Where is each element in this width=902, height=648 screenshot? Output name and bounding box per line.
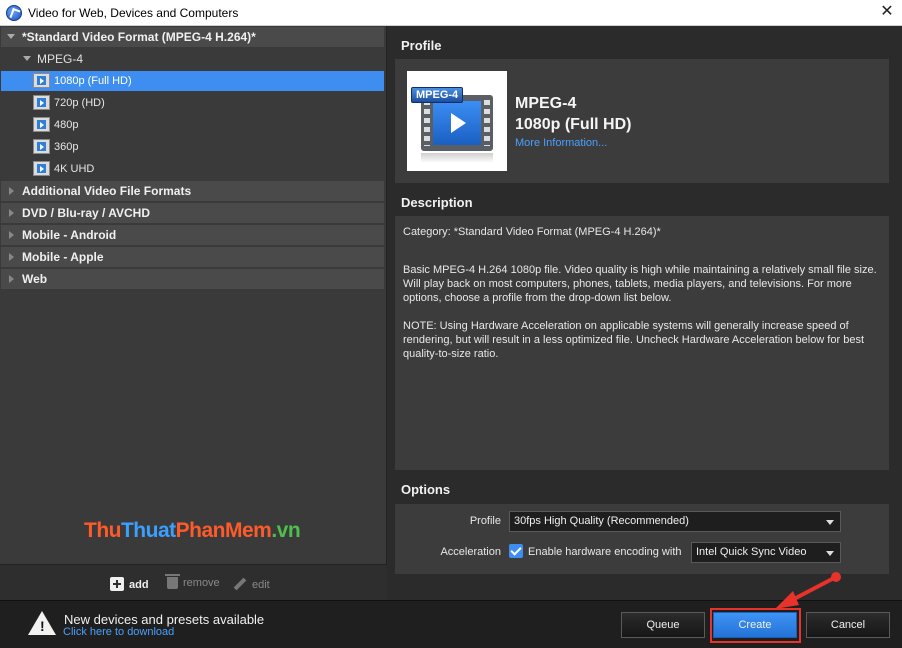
preset-label: 480p	[54, 119, 79, 131]
encoder-dropdown[interactable]: Intel Quick Sync Video	[691, 542, 841, 563]
subcategory-mpeg4[interactable]: MPEG-4	[1, 49, 384, 69]
category-label: *Standard Video Format (MPEG-4 H.264)*	[22, 30, 256, 44]
video-preset-icon	[33, 95, 50, 110]
description-body: Basic MPEG-4 H.264 1080p file. Video qua…	[403, 264, 877, 304]
watermark-part: Thuat	[120, 519, 176, 542]
video-preset-icon	[33, 117, 50, 132]
category-additional-formats[interactable]: Additional Video File Formats	[1, 181, 384, 201]
video-preset-icon	[33, 73, 50, 88]
play-icon	[451, 113, 466, 133]
preset-label: 4K UHD	[54, 163, 95, 175]
expand-arrow-icon[interactable]	[9, 209, 14, 217]
category-label: Mobile - Android	[22, 228, 117, 242]
remove-preset-button[interactable]: remove	[165, 574, 220, 589]
description-category: Category: *Standard Video Format (MPEG-4…	[403, 226, 661, 238]
expand-arrow-icon[interactable]	[9, 275, 14, 283]
video-preset-icon	[33, 139, 50, 154]
description-box: Category: *Standard Video Format (MPEG-4…	[395, 216, 889, 470]
preset-tree: *Standard Video Format (MPEG-4 H.264)* M…	[1, 27, 384, 291]
preset-label: 1080p (Full HD)	[54, 75, 132, 87]
category-label: DVD / Blu-ray / AVCHD	[22, 206, 151, 220]
category-label: Mobile - Apple	[22, 250, 104, 264]
description-text: Category: *Standard Video Format (MPEG-4…	[395, 216, 889, 384]
category-dvd-bluray[interactable]: DVD / Blu-ray / AVCHD	[1, 203, 384, 223]
preset-item-4k-uhd[interactable]: 4K UHD	[1, 159, 384, 179]
preset-item-480p[interactable]: 480p	[1, 115, 384, 135]
update-notice-title: New devices and presets available	[64, 612, 265, 627]
expand-arrow-icon[interactable]	[9, 187, 14, 195]
details-panel: Profile MPEG-4 MPEG-4 1080p (Full HD) Mo…	[387, 26, 902, 600]
description-section-title: Description	[401, 195, 473, 210]
subcategory-label: MPEG-4	[37, 52, 84, 66]
edit-label: edit	[252, 579, 270, 591]
expand-arrow-icon[interactable]	[23, 56, 31, 61]
download-link[interactable]: Click here to download	[63, 626, 174, 638]
encoder-dropdown-value: Intel Quick Sync Video	[696, 546, 807, 558]
cancel-button[interactable]: Cancel	[806, 612, 890, 638]
watermark: ThuThuatPhanMem.vn	[84, 519, 301, 543]
preset-toolbar: add remove edit	[0, 564, 387, 600]
category-mobile-android[interactable]: Mobile - Android	[1, 225, 384, 245]
more-information-link[interactable]: More Information...	[515, 137, 607, 149]
profile-dropdown-value: 30fps High Quality (Recommended)	[514, 515, 689, 527]
preset-label: 360p	[54, 141, 79, 153]
pencil-icon	[233, 577, 247, 591]
profile-label: Profile	[469, 515, 501, 527]
preset-panel: *Standard Video Format (MPEG-4 H.264)* M…	[0, 26, 387, 600]
queue-button[interactable]: Queue	[621, 612, 705, 638]
category-standard-video-format[interactable]: *Standard Video Format (MPEG-4 H.264)*	[1, 27, 384, 47]
preset-item-360p[interactable]: 360p	[1, 137, 384, 157]
remove-label: remove	[183, 577, 220, 589]
profile-resolution: 1080p (Full HD)	[515, 116, 632, 133]
preset-label: 720p (HD)	[54, 97, 105, 109]
category-label: Additional Video File Formats	[22, 184, 192, 198]
category-label: Web	[22, 272, 48, 286]
window-title: Video for Web, Devices and Computers	[28, 6, 239, 20]
mpeg4-thumbnail: MPEG-4	[407, 71, 507, 171]
expand-arrow-icon[interactable]	[9, 253, 14, 261]
profile-dropdown[interactable]: 30fps High Quality (Recommended)	[509, 511, 841, 532]
plus-icon	[110, 577, 124, 591]
chevron-down-icon	[826, 520, 834, 525]
expand-arrow-icon[interactable]	[9, 231, 14, 239]
title-bar: Video for Web, Devices and Computers ✕	[0, 0, 902, 26]
options-box: Profile 30fps High Quality (Recommended)…	[395, 504, 889, 574]
description-note: NOTE: Using Hardware Acceleration on app…	[403, 320, 864, 360]
watermark-part: Thu	[84, 519, 121, 542]
chevron-down-icon	[826, 551, 834, 556]
profile-box: MPEG-4 MPEG-4 1080p (Full HD) More Infor…	[395, 59, 889, 183]
add-preset-button[interactable]: add	[110, 577, 149, 591]
acceleration-label: Acceleration	[440, 546, 501, 558]
format-badge: MPEG-4	[411, 87, 464, 103]
category-mobile-apple[interactable]: Mobile - Apple	[1, 247, 384, 267]
video-preset-icon	[33, 161, 50, 176]
profile-section-title: Profile	[401, 38, 442, 53]
warning-icon: !	[28, 611, 56, 635]
film-strip-icon	[421, 95, 493, 151]
close-icon[interactable]: ✕	[872, 0, 902, 26]
watermark-part: .vn	[271, 519, 301, 542]
trash-icon	[165, 574, 180, 589]
watermark-part: PhanMem	[175, 519, 272, 542]
preset-item-720p[interactable]: 720p (HD)	[1, 93, 384, 113]
annotation-highlight	[710, 608, 801, 643]
hardware-encoding-checkbox[interactable]	[509, 544, 523, 558]
expand-arrow-icon[interactable]	[7, 34, 15, 39]
hardware-encoding-label: Enable hardware encoding with	[528, 546, 682, 558]
profile-name: MPEG-4	[515, 95, 577, 112]
edit-preset-button[interactable]: edit	[233, 577, 270, 591]
add-label: add	[129, 579, 149, 591]
category-web[interactable]: Web	[1, 269, 384, 289]
options-section-title: Options	[401, 482, 451, 497]
preset-item-1080p[interactable]: 1080p (Full HD)	[1, 71, 384, 91]
app-icon	[6, 5, 22, 21]
